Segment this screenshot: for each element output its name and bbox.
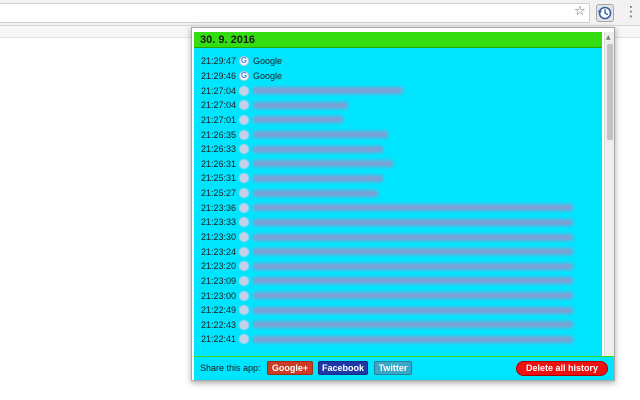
facebook-share-button[interactable]: Facebook xyxy=(318,361,368,375)
history-row[interactable]: 21:23:00 xyxy=(194,288,602,303)
redacted-page-title[interactable] xyxy=(253,306,573,314)
bookmark-star-icon[interactable]: ☆ xyxy=(574,4,586,20)
blurred-favicon-icon xyxy=(239,232,249,242)
blurred-favicon-icon xyxy=(239,319,249,330)
history-row[interactable]: 21:23:36 xyxy=(194,200,602,215)
redacted-page-title[interactable] xyxy=(253,116,343,124)
blurred-favicon-icon xyxy=(239,114,249,125)
blurred-favicon-icon xyxy=(239,188,249,199)
blurred-favicon-icon xyxy=(239,246,249,257)
visit-time: 21:25:27 xyxy=(201,188,237,199)
blurred-favicon-icon xyxy=(239,85,249,96)
history-row[interactable]: 21:22:49 xyxy=(194,303,602,318)
visit-time: 21:26:35 xyxy=(201,129,237,140)
history-row[interactable]: 21:23:30 xyxy=(194,230,602,245)
visit-time: 21:23:30 xyxy=(201,232,237,242)
history-row[interactable]: 21:29:46 G Google xyxy=(194,69,602,84)
history-row[interactable]: 21:26:33 xyxy=(194,142,602,157)
blurred-favicon-icon xyxy=(239,100,249,111)
blurred-favicon-icon xyxy=(239,129,249,140)
google-plus-share-button[interactable]: Google+ xyxy=(267,361,313,375)
visit-time: 21:23:24 xyxy=(201,246,237,257)
browser-toolbar: ☆ ⋮ xyxy=(0,0,640,26)
scrollbar[interactable]: ▲ xyxy=(604,32,614,356)
history-row[interactable]: 21:26:31 xyxy=(194,156,602,171)
redacted-page-title[interactable] xyxy=(253,218,573,226)
visit-time: 21:22:43 xyxy=(201,319,237,330)
redacted-page-title[interactable] xyxy=(253,292,573,300)
history-row[interactable]: 21:22:43 xyxy=(194,318,602,333)
google-g-icon: G xyxy=(239,56,249,67)
redacted-page-title[interactable] xyxy=(253,277,573,285)
visit-time: 21:23:00 xyxy=(201,290,237,301)
blurred-favicon-icon xyxy=(239,158,249,169)
history-row[interactable]: 21:25:31 xyxy=(194,171,602,186)
visit-time: 21:27:04 xyxy=(201,100,237,111)
visit-time: 21:22:41 xyxy=(201,334,237,345)
history-row[interactable]: 21:27:04 xyxy=(194,83,602,98)
redacted-page-title[interactable] xyxy=(253,145,383,153)
page-title[interactable]: Google xyxy=(253,56,282,66)
redacted-page-title[interactable] xyxy=(253,101,348,109)
history-row[interactable]: 21:27:04 xyxy=(194,98,602,113)
visit-time: 21:23:20 xyxy=(201,261,237,272)
redacted-page-title[interactable] xyxy=(253,131,388,139)
redacted-page-title[interactable] xyxy=(253,321,573,329)
redacted-page-title[interactable] xyxy=(253,233,573,241)
visit-time: 21:26:31 xyxy=(201,158,237,169)
redacted-page-title[interactable] xyxy=(253,248,573,256)
scroll-thumb[interactable] xyxy=(607,44,613,140)
history-row[interactable]: 21:27:01 xyxy=(194,113,602,128)
visit-time: 21:23:36 xyxy=(201,202,237,213)
history-extension-button[interactable] xyxy=(596,4,614,22)
history-row[interactable]: 21:23:24 xyxy=(194,244,602,259)
blurred-favicon-icon xyxy=(239,334,249,345)
history-popup: 30. 9. 2016 21:29:47 G Google 21:29:46 G Goog… xyxy=(191,27,615,381)
redacted-page-title[interactable] xyxy=(253,189,378,197)
history-row[interactable]: 21:23:33 xyxy=(194,215,602,230)
twitter-share-button[interactable]: Twitter xyxy=(374,361,412,375)
visit-time: 21:23:33 xyxy=(201,217,237,228)
page-title[interactable]: Google xyxy=(253,71,282,81)
visit-time: 21:26:33 xyxy=(201,144,237,155)
redacted-page-title[interactable] xyxy=(253,204,573,212)
redacted-page-title[interactable] xyxy=(253,335,573,343)
blurred-favicon-icon xyxy=(239,144,249,155)
visit-time: 21:27:01 xyxy=(201,114,237,125)
address-bar[interactable] xyxy=(0,3,590,23)
blurred-favicon-icon xyxy=(239,202,249,213)
history-row[interactable]: 21:23:09 xyxy=(194,274,602,289)
visit-time: 21:23:09 xyxy=(201,275,237,286)
history-clock-icon xyxy=(597,6,612,20)
date-header: 30. 9. 2016 xyxy=(194,32,602,48)
blurred-favicon-icon xyxy=(239,261,249,272)
history-row[interactable]: 21:26:35 xyxy=(194,127,602,142)
blurred-favicon-icon xyxy=(239,173,249,184)
visit-time: 21:22:49 xyxy=(201,305,237,316)
history-row[interactable]: 21:29:47 G Google xyxy=(194,54,602,69)
redacted-page-title[interactable] xyxy=(253,87,403,95)
history-row[interactable]: 21:22:41 xyxy=(194,332,602,347)
share-label: Share this app: xyxy=(200,363,261,373)
history-list: 30. 9. 2016 21:29:47 G Google 21:29:46 G Goog… xyxy=(194,32,602,356)
blurred-favicon-icon xyxy=(239,305,249,316)
share-footer: Share this app: Google+ Facebook Twitter… xyxy=(194,356,614,380)
redacted-page-title[interactable] xyxy=(253,262,573,270)
blurred-favicon-icon xyxy=(239,275,249,286)
visit-time: 21:25:31 xyxy=(201,173,237,184)
blurred-favicon-icon xyxy=(239,290,249,301)
scroll-up-arrow-icon[interactable]: ▲ xyxy=(606,34,611,41)
visit-time: 21:27:04 xyxy=(201,85,237,96)
blurred-favicon-icon xyxy=(239,217,249,228)
history-row[interactable]: 21:25:27 xyxy=(194,186,602,201)
history-rows: 21:29:47 G Google 21:29:46 G Google 21:27:04 21… xyxy=(194,48,602,347)
history-row[interactable]: 21:23:20 xyxy=(194,259,602,274)
visit-time: 21:29:47 xyxy=(201,56,237,67)
google-g-icon: G xyxy=(239,70,249,81)
redacted-page-title[interactable] xyxy=(253,174,383,182)
browser-menu-icon[interactable]: ⋮ xyxy=(624,4,638,22)
delete-all-history-button[interactable]: Delete all history xyxy=(516,361,608,376)
visit-time: 21:29:46 xyxy=(201,70,237,81)
redacted-page-title[interactable] xyxy=(253,160,393,168)
